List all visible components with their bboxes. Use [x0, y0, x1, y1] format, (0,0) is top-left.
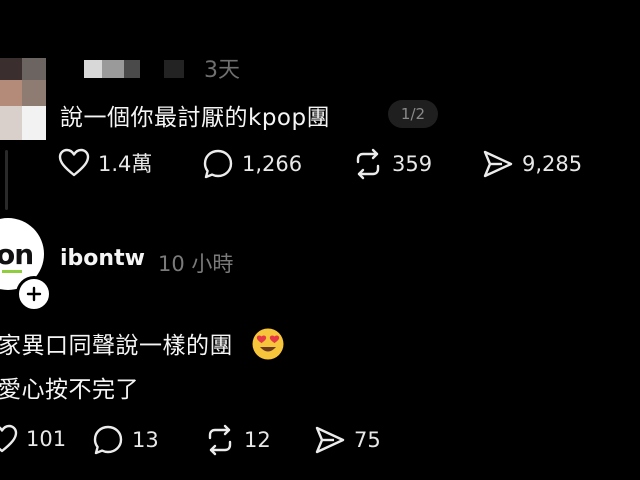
username[interactable]: ibontw [60, 246, 145, 271]
send-icon [315, 426, 345, 454]
author-name-blurred[interactable] [84, 58, 194, 80]
share-count: 9,285 [522, 152, 583, 176]
repost-count: 12 [244, 428, 271, 452]
brand-logo: on [0, 238, 34, 271]
post-text-line-2: 愛心按不完了 [0, 377, 139, 403]
post-text-line: 家異口同聲說一樣的團 [0, 326, 285, 364]
like-count: 101 [26, 427, 67, 451]
share-count: 75 [354, 428, 381, 452]
comment-count: 1,266 [242, 152, 303, 176]
repost-button[interactable]: 12 [204, 424, 271, 456]
comment-button[interactable]: 13 [92, 424, 159, 456]
like-button[interactable]: 1.4萬 [58, 148, 152, 178]
share-button[interactable]: 75 [314, 424, 381, 456]
author-avatar-blurred[interactable] [0, 58, 46, 140]
heart-eyes-emoji [252, 328, 284, 359]
post-text: 說一個你最討厭的kpop團 [60, 105, 331, 131]
send-icon [483, 150, 513, 178]
comment-button[interactable]: 1,266 [202, 148, 302, 180]
comment-bubble-icon [203, 149, 233, 179]
thread-connector-line [5, 150, 8, 210]
repost-icon [208, 424, 232, 456]
post-timestamp: 10 小時 [158, 252, 234, 276]
logo-accent [2, 270, 22, 273]
repost-button[interactable]: 359 [352, 148, 432, 180]
like-count: 1.4萬 [98, 152, 153, 176]
post-text-line-1: 家異口同聲說一樣的團 [0, 333, 233, 359]
follow-button[interactable] [16, 276, 52, 312]
heart-icon [0, 424, 18, 453]
heart-icon [58, 148, 90, 177]
comment-count: 13 [132, 428, 159, 452]
page-indicator-badge: 1/2 [388, 100, 438, 128]
share-button[interactable]: 9,285 [482, 148, 582, 180]
plus-icon [26, 286, 42, 302]
comment-bubble-icon [93, 425, 123, 455]
repost-count: 359 [392, 152, 433, 176]
like-button[interactable]: 101 [0, 424, 66, 454]
repost-icon [356, 148, 380, 180]
post-timestamp: 3天 [204, 58, 240, 83]
